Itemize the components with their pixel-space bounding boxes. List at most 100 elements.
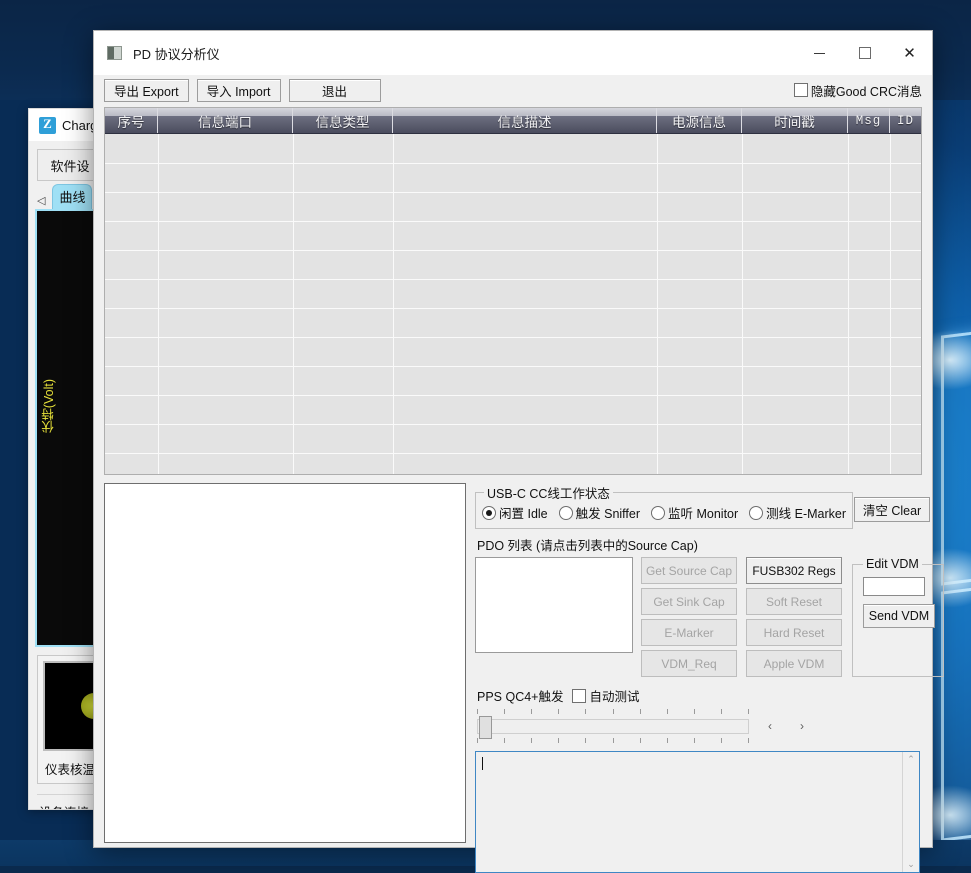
text-caret xyxy=(482,757,483,770)
table-header-4[interactable]: 信息描述 xyxy=(393,108,657,133)
table-header-label: 时间戳 xyxy=(774,111,815,131)
chevron-right-icon: › xyxy=(800,719,804,733)
maximize-button[interactable] xyxy=(842,31,887,75)
table-grid-column xyxy=(890,134,891,474)
message-table[interactable]: 序号 信息端口 信息类型 信息描述电源信息 时间戳 MsgID xyxy=(104,107,922,475)
slider-tick xyxy=(640,738,641,743)
pdo-and-commands-row: Get Source Cap FUSB302 Regs Get Sink Cap So… xyxy=(475,557,920,677)
app-icon xyxy=(107,46,122,60)
message-table-header: 序号 信息端口 信息类型 信息描述电源信息 时间戳 MsgID xyxy=(105,108,921,134)
main-toolbar: 导出 Export 导入 Import 退出 隐藏Good CRC消息 xyxy=(94,75,932,105)
cc-mode-option-1[interactable]: 闲置 Idle xyxy=(482,503,548,522)
exit-button[interactable]: 退出 xyxy=(289,79,381,102)
pps-slider-row: ‹ › xyxy=(475,707,920,745)
chevron-left-icon: ‹ xyxy=(768,719,772,733)
pdo-list[interactable] xyxy=(475,557,633,653)
radio-icon xyxy=(482,506,496,520)
slider-thumb[interactable] xyxy=(479,716,492,739)
table-header-5[interactable]: 电源信息 xyxy=(657,108,742,133)
console-text-area[interactable] xyxy=(476,752,902,872)
console-log[interactable]: ⌃ ⌄ xyxy=(475,751,920,873)
table-header-3[interactable]: 信息类型 xyxy=(293,108,393,133)
chart-y-axis-label: 伏特(Volt) xyxy=(39,379,58,433)
table-header-8[interactable]: ID xyxy=(890,108,921,133)
minimize-button[interactable] xyxy=(797,31,842,75)
auto-test-checkbox-box xyxy=(572,689,586,703)
close-button[interactable]: ✕ xyxy=(887,31,932,75)
hide-good-crc-checkbox[interactable]: 隐藏Good CRC消息 xyxy=(794,81,922,100)
command-button-1: Get Source Cap xyxy=(641,557,737,584)
slider-tick xyxy=(531,709,532,714)
table-grid-row xyxy=(105,308,921,309)
import-button[interactable]: 导入 Import xyxy=(197,79,281,102)
core-temperature-label: 仪表核温: xyxy=(43,751,97,778)
maximize-icon xyxy=(859,47,871,59)
edit-vdm-group: Edit VDM Send VDM xyxy=(852,557,944,677)
export-button[interactable]: 导出 Export xyxy=(104,79,189,102)
hide-good-crc-checkbox-box xyxy=(794,83,808,97)
send-vdm-button[interactable]: Send VDM xyxy=(863,604,935,628)
table-grid-row xyxy=(105,337,921,338)
auto-test-checkbox[interactable]: 自动测试 xyxy=(572,686,640,705)
table-grid-row xyxy=(105,250,921,251)
pdo-list-label: PDO 列表 (请点击列表中的Source Cap) xyxy=(475,529,920,557)
export-label: 导出 Export xyxy=(114,81,179,100)
cc-mode-option-4[interactable]: 测线 E-Marker xyxy=(749,503,846,522)
cc-mode-option-3[interactable]: 监听 Monitor xyxy=(651,503,738,522)
command-button-4: Soft Reset xyxy=(746,588,842,615)
command-button-7: VDM_Req xyxy=(641,650,737,677)
software-settings-label: 软件设 xyxy=(50,156,89,175)
tab-prev-arrow-icon[interactable]: ◁ xyxy=(35,194,49,209)
table-header-6[interactable]: 时间戳 xyxy=(742,108,848,133)
slider-next-button[interactable]: › xyxy=(791,716,813,736)
table-header-2[interactable]: 信息端口 xyxy=(158,108,293,133)
table-grid-row xyxy=(105,395,921,396)
table-grid-column xyxy=(742,134,743,474)
table-grid-column xyxy=(158,134,159,474)
slider-tick xyxy=(558,709,559,714)
table-grid-row xyxy=(105,453,921,454)
command-button-3: Get Sink Cap xyxy=(641,588,737,615)
scroll-up-icon[interactable]: ⌃ xyxy=(907,754,915,765)
table-header-label: 信息类型 xyxy=(316,111,370,131)
clear-button[interactable]: 清空 Clear xyxy=(854,497,930,522)
vdm-input[interactable] xyxy=(863,577,925,596)
command-button-2[interactable]: FUSB302 Regs xyxy=(746,557,842,584)
slider-tick xyxy=(721,738,722,743)
table-header-label: 信息端口 xyxy=(198,111,252,131)
slider-tick xyxy=(504,738,505,743)
table-header-label: 电源信息 xyxy=(672,111,726,131)
slider-tick xyxy=(504,709,505,714)
slider-ticks-bottom xyxy=(477,738,749,743)
detail-log-panel[interactable] xyxy=(104,483,466,843)
slider-tick xyxy=(694,709,695,714)
table-header-1[interactable]: 序号 xyxy=(105,108,158,133)
pps-slider[interactable] xyxy=(477,707,749,745)
window-titlebar[interactable]: PD 协议分析仪 ✕ xyxy=(94,31,932,75)
table-grid-row xyxy=(105,366,921,367)
right-control-column: USB-C CC线工作状态 闲置 Idle触发 Sniffer监听 Monito… xyxy=(475,483,920,873)
table-header-7[interactable]: Msg xyxy=(848,108,890,133)
cc-mode-radio-group: 闲置 Idle 触发 Sniffer 监听 Monitor 测线 E-Marker xyxy=(482,502,846,522)
slider-tick xyxy=(477,738,478,743)
radio-icon xyxy=(559,506,573,520)
table-header-label: 序号 xyxy=(118,111,145,131)
slider-track[interactable] xyxy=(477,719,749,734)
slider-prev-button[interactable]: ‹ xyxy=(759,716,781,736)
send-vdm-label: Send VDM xyxy=(869,609,929,623)
command-button-label: Soft Reset xyxy=(766,595,822,609)
lower-pane: USB-C CC线工作状态 闲置 Idle触发 Sniffer监听 Monito… xyxy=(94,475,932,873)
slider-tick xyxy=(748,738,749,743)
close-icon: ✕ xyxy=(903,44,916,62)
tab-curve[interactable]: 曲线 xyxy=(52,184,92,209)
scroll-down-icon[interactable]: ⌄ xyxy=(907,859,915,870)
table-grid-row xyxy=(105,192,921,193)
window-controls: ✕ xyxy=(797,31,932,75)
exit-label: 退出 xyxy=(322,81,347,100)
message-table-body[interactable] xyxy=(105,134,921,474)
slider-tick xyxy=(558,738,559,743)
console-scrollbar[interactable]: ⌃ ⌄ xyxy=(902,752,919,872)
import-label: 导入 Import xyxy=(207,81,271,100)
slider-tick xyxy=(667,738,668,743)
cc-mode-option-2[interactable]: 触发 Sniffer xyxy=(559,503,640,522)
